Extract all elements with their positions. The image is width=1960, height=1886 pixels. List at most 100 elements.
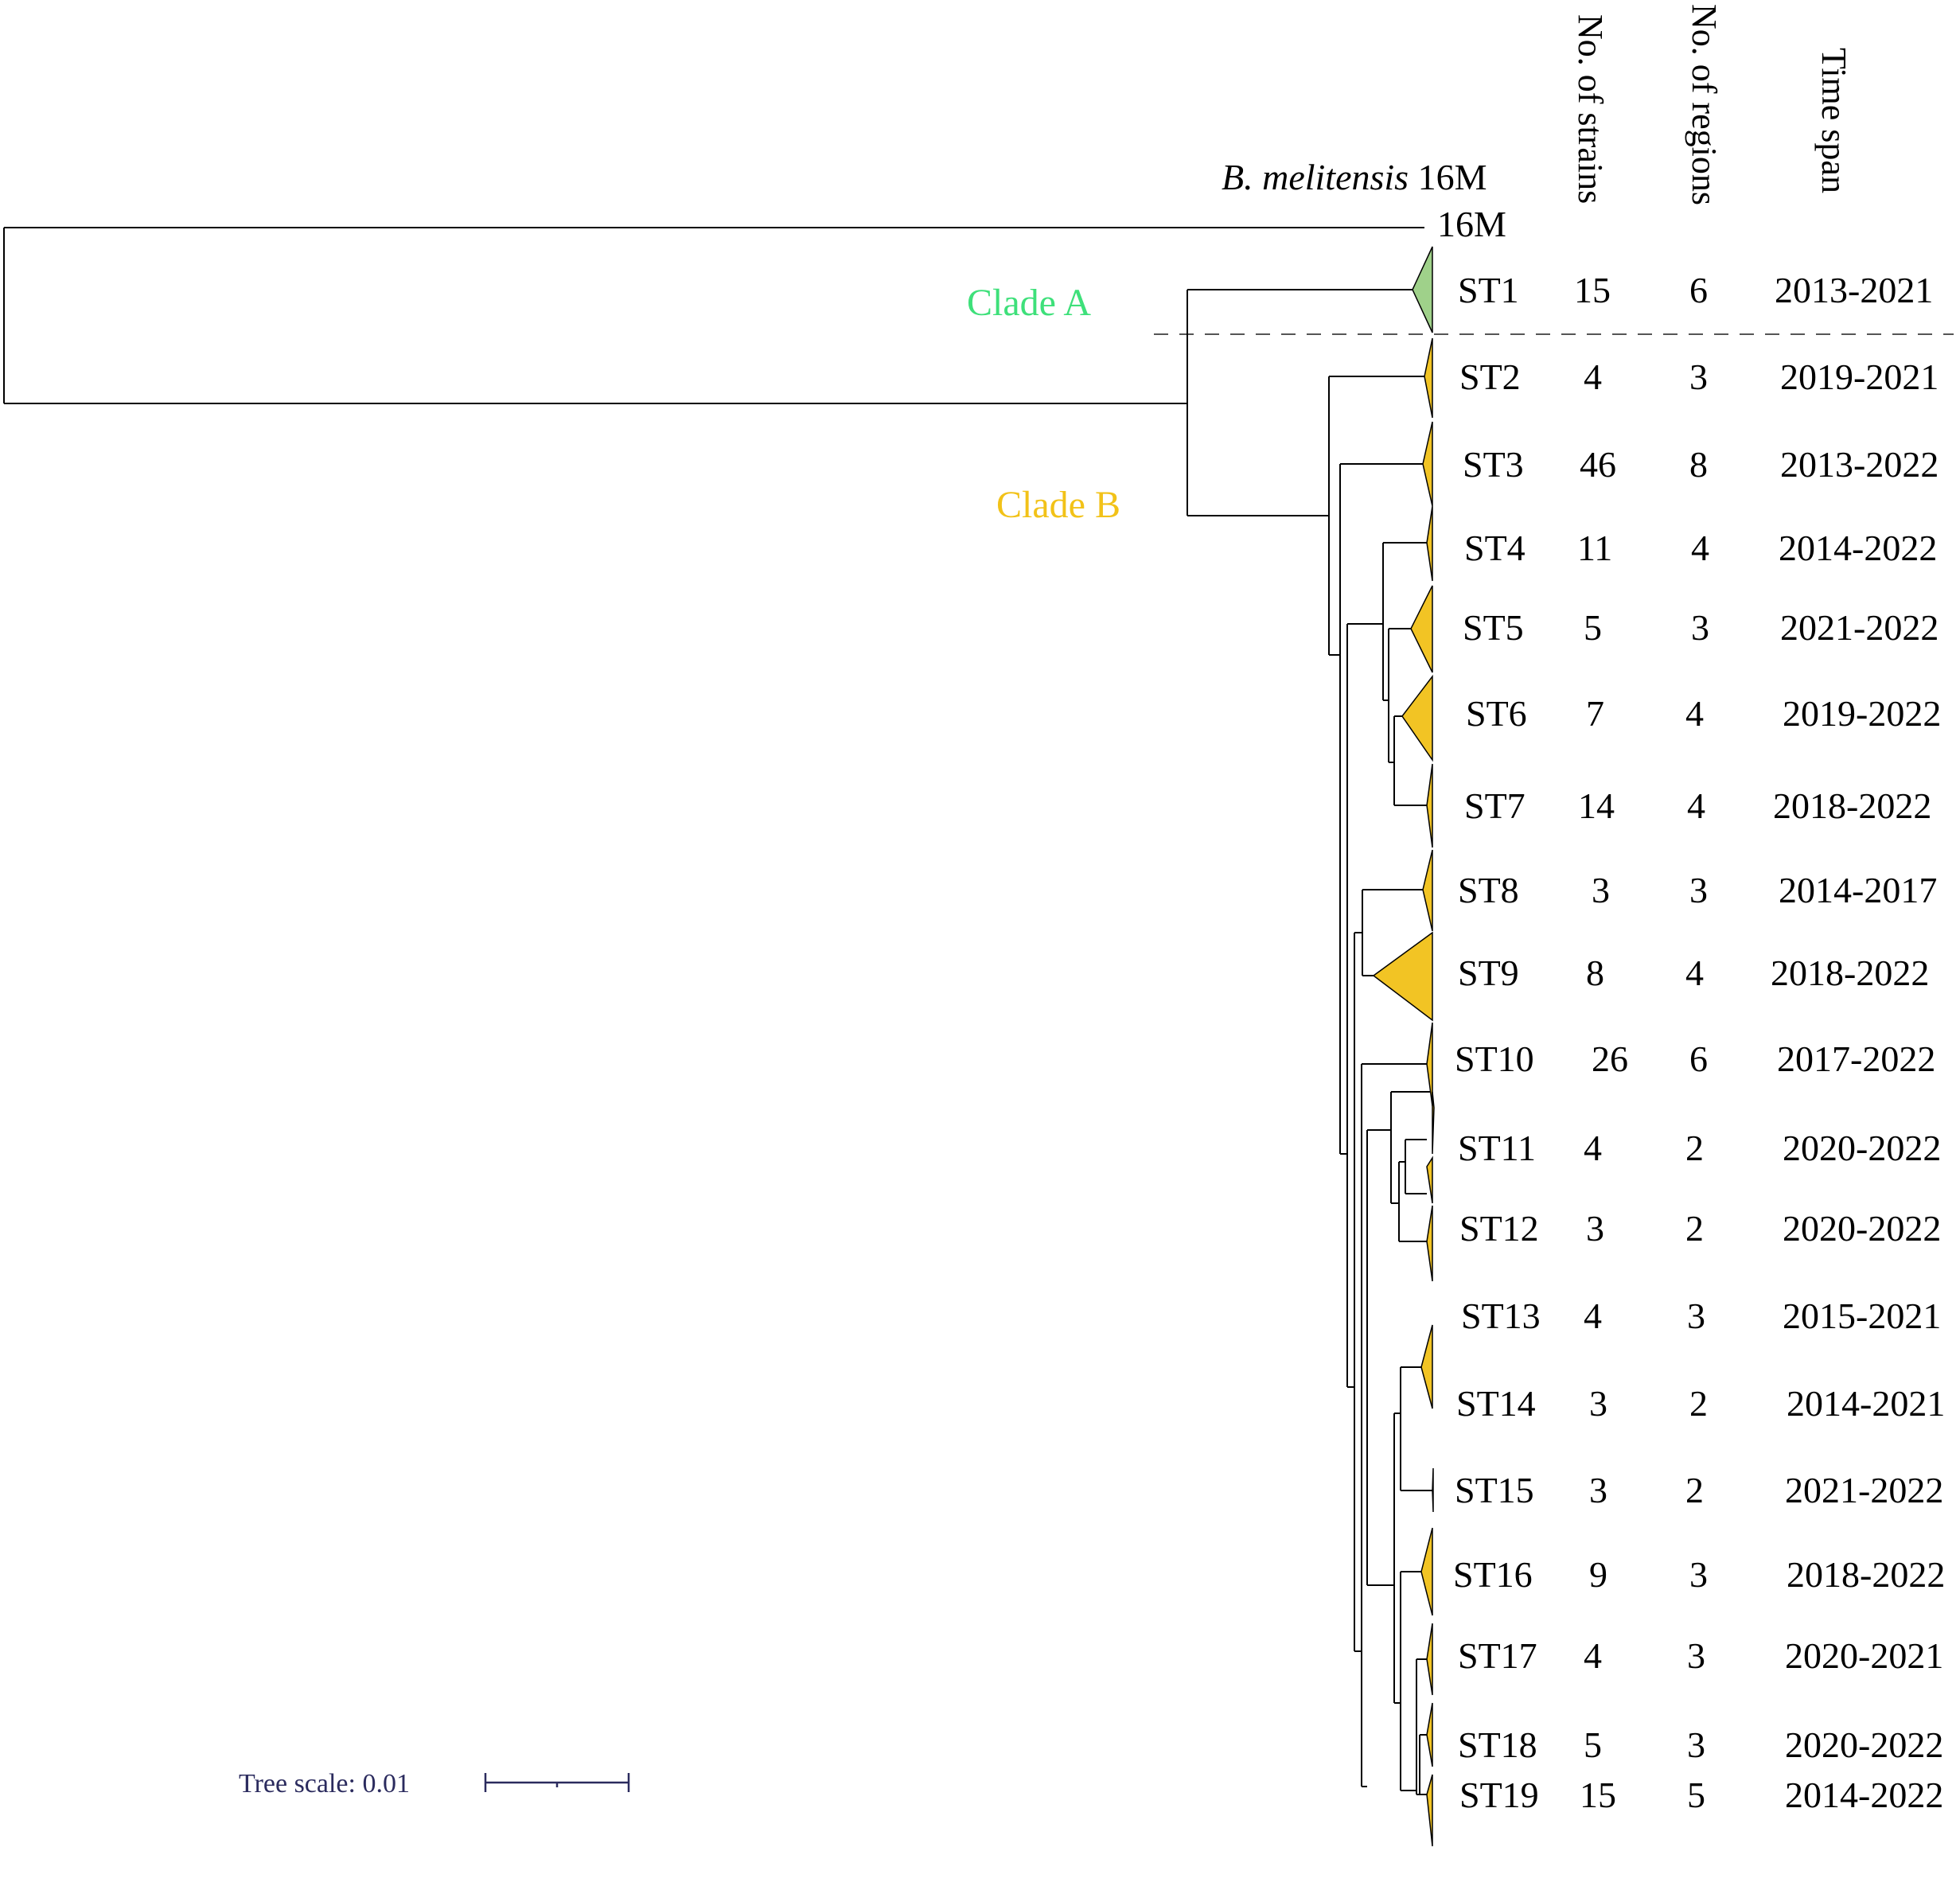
st-label: ST16 (1453, 1554, 1533, 1595)
table-row: ST4 11 4 2014-2022 (1464, 528, 1937, 568)
triangle-st14 (1420, 1324, 1433, 1409)
strain-count: 26 (1592, 1038, 1628, 1079)
region-count: 5 (1687, 1775, 1705, 1815)
time-span: 2020-2022 (1783, 1208, 1941, 1249)
triangle-st19 (1426, 1774, 1433, 1847)
time-span: 2020-2021 (1785, 1635, 1943, 1676)
st-label: ST15 (1455, 1470, 1534, 1510)
triangle-st10 (1426, 1022, 1433, 1107)
strain-count: 7 (1586, 693, 1604, 734)
st-label: ST10 (1455, 1038, 1534, 1079)
region-count: 4 (1685, 693, 1704, 734)
table-row: ST1 15 6 2013-2021 (1458, 270, 1933, 310)
strain-count: 4 (1584, 1128, 1602, 1168)
strain-count: 9 (1589, 1554, 1607, 1595)
triangle-st15 (1432, 1467, 1434, 1513)
strain-count: 15 (1580, 1775, 1616, 1815)
region-count: 8 (1689, 444, 1708, 485)
triangle-st11 (1432, 1091, 1435, 1155)
st-label: ST2 (1459, 357, 1521, 397)
region-count: 3 (1687, 1635, 1705, 1676)
header-regions: No. of regions (1685, 4, 1724, 205)
triangle-st7 (1426, 763, 1433, 848)
time-span: 2014-2021 (1787, 1383, 1945, 1424)
time-span: 2020-2022 (1785, 1724, 1943, 1765)
region-count: 3 (1689, 870, 1708, 910)
st-label: ST7 (1464, 785, 1526, 826)
triangle-st12 (1426, 1155, 1433, 1204)
outgroup-leaf-label: 16M (1437, 204, 1506, 244)
triangle-st4 (1426, 505, 1433, 582)
st-label: ST13 (1461, 1296, 1541, 1336)
region-count: 4 (1687, 785, 1705, 826)
table-row: ST12 3 2 2020-2022 (1459, 1208, 1941, 1249)
strain-count: 11 (1577, 528, 1612, 568)
table-row: ST13 4 3 2015-2021 (1461, 1296, 1941, 1336)
table-row: ST11 4 2 2020-2022 (1458, 1128, 1941, 1168)
collapsed-clades (1372, 246, 1435, 1847)
time-span: 2014-2017 (1779, 870, 1937, 910)
st-label: ST3 (1463, 444, 1524, 485)
outgroup-species: B. melitensis (1222, 157, 1409, 197)
header-strains: No. of strains (1571, 14, 1610, 204)
time-span: 2014-2022 (1779, 528, 1937, 568)
strain-count: 5 (1584, 1724, 1602, 1765)
triangle-st16 (1420, 1527, 1433, 1616)
table-row: ST7 14 4 2018-2022 (1464, 785, 1931, 826)
region-count: 3 (1691, 607, 1709, 648)
phylogenetic-tree-figure: No. of strains No. of regions Time span … (3, 4, 1954, 1847)
table-row: ST16 9 3 2018-2022 (1453, 1554, 1945, 1595)
time-span: 2018-2022 (1771, 953, 1929, 993)
region-count: 2 (1685, 1208, 1704, 1249)
time-span: 2019-2021 (1780, 357, 1939, 397)
table-row: ST14 3 2 2014-2021 (1456, 1383, 1945, 1424)
time-span: 2013-2021 (1775, 270, 1933, 310)
strain-count: 46 (1580, 444, 1616, 485)
st-label: ST17 (1458, 1635, 1537, 1676)
table-row: ST19 15 5 2014-2022 (1459, 1775, 1943, 1815)
header-time-span: Time span (1814, 48, 1853, 193)
st-label: ST19 (1459, 1775, 1539, 1815)
triangle-st18 (1426, 1702, 1433, 1767)
region-count: 3 (1689, 357, 1708, 397)
st-label: ST8 (1458, 870, 1519, 910)
outgroup-label: B. melitensis 16M (1222, 157, 1487, 197)
time-span: 2018-2022 (1787, 1554, 1945, 1595)
st-label: ST11 (1458, 1128, 1536, 1168)
strain-count: 3 (1589, 1470, 1607, 1510)
strain-count: 8 (1586, 953, 1604, 993)
region-count: 2 (1689, 1383, 1708, 1424)
column-headers: No. of strains No. of regions Time span (1571, 4, 1853, 205)
triangle-st13 (1426, 1205, 1433, 1282)
time-span: 2014-2022 (1785, 1775, 1943, 1815)
table-row: ST5 5 3 2021-2022 (1463, 607, 1939, 648)
st-label: ST12 (1459, 1208, 1539, 1249)
strain-count: 4 (1584, 1635, 1602, 1676)
strain-count: 5 (1584, 607, 1602, 648)
strain-count: 4 (1584, 357, 1602, 397)
time-span: 2021-2022 (1780, 607, 1939, 648)
triangle-st9 (1372, 931, 1433, 1022)
region-count: 2 (1685, 1128, 1704, 1168)
tree-scale-bar (484, 1773, 630, 1792)
st-label: ST5 (1463, 607, 1524, 648)
table-row: ST15 3 2 2021-2022 (1455, 1470, 1943, 1510)
time-span: 2019-2022 (1783, 693, 1941, 734)
outgroup-strain: 16M (1409, 157, 1487, 197)
st-label: ST14 (1456, 1383, 1536, 1424)
st-label: ST9 (1458, 953, 1519, 993)
table-row: ST3 46 8 2013-2022 (1463, 444, 1939, 485)
time-span: 2018-2022 (1773, 785, 1931, 826)
table-row: ST9 8 4 2018-2022 (1458, 953, 1929, 993)
time-span: 2013-2022 (1780, 444, 1939, 485)
table-row: ST2 4 3 2019-2021 (1459, 357, 1939, 397)
time-span: 2017-2022 (1777, 1038, 1935, 1079)
tree-scale: Tree scale: 0.01 (239, 1769, 630, 1798)
st-label: ST6 (1466, 693, 1527, 734)
table-row: ST18 5 3 2020-2022 (1458, 1724, 1943, 1765)
clade-a-label: Clade A (967, 282, 1091, 324)
strain-count: 3 (1586, 1208, 1604, 1249)
table-rows: ST1 1 5 6 2013-2021 ST2 4 3 2019-2021 ST3 46 8 2013-… (1453, 270, 1945, 1815)
region-count: 3 (1689, 1554, 1708, 1595)
region-count: 6 (1689, 270, 1708, 310)
